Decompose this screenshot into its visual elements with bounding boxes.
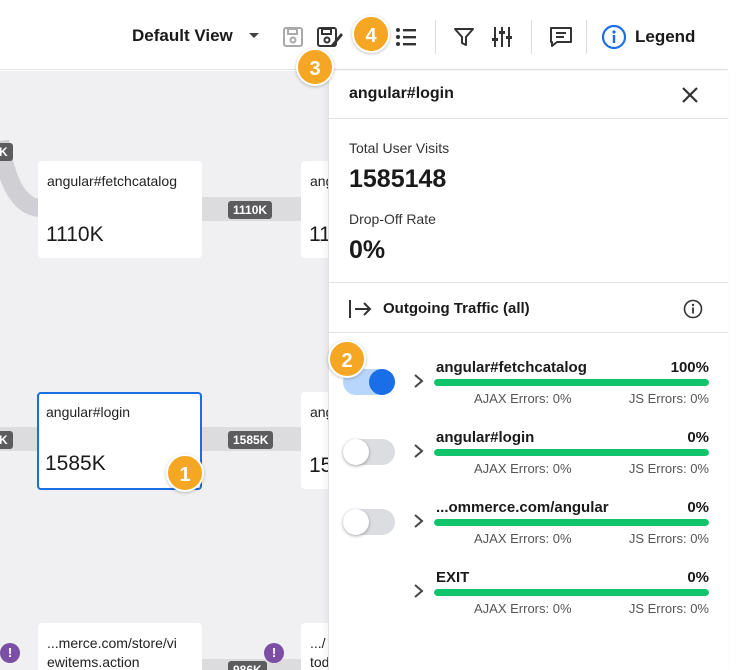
node-name: .../ tod <box>310 635 330 670</box>
legend-label: Legend <box>635 27 696 46</box>
ajax-errors: AJAX Errors: 0% <box>474 391 572 406</box>
node-name: angular#login <box>46 404 131 420</box>
view-select[interactable]: Default View <box>132 26 233 46</box>
traffic-bar <box>434 519 709 526</box>
step-badge: 4 <box>352 15 390 53</box>
traffic-row[interactable]: EXIT 0% AJAX Errors: 0% JS Errors: 0% <box>329 563 729 633</box>
step-badge: 1 <box>166 454 204 492</box>
total-visits-value: 1585148 <box>349 165 447 193</box>
js-errors: JS Errors: 0% <box>628 461 709 476</box>
traffic-bar <box>434 449 709 456</box>
traffic-bar-fill <box>434 449 709 456</box>
info-icon <box>601 24 627 50</box>
traffic-percent: 0% <box>687 499 709 516</box>
save-as-icon[interactable] <box>316 25 344 49</box>
edge-label: 1585K <box>228 431 274 449</box>
dropoff-value: 0% <box>349 236 386 264</box>
traffic-bar-fill <box>434 589 709 596</box>
traffic-destination: angular#fetchcatalog <box>436 359 587 376</box>
flow-node[interactable]: ...merce.com/store/vi ewitems.action <box>38 623 202 670</box>
traffic-row[interactable]: ...ommerce.com/angular 0% AJAX Errors: 0% J… <box>329 493 729 563</box>
info-icon[interactable] <box>683 299 703 319</box>
traffic-toggle[interactable] <box>343 439 395 465</box>
sliders-icon[interactable] <box>490 25 514 49</box>
flow-node[interactable]: angular#fetchcatalog 1110K <box>38 161 202 258</box>
list-icon[interactable] <box>395 27 417 47</box>
toggle-knob <box>343 509 369 535</box>
total-visits-label: Total User Visits <box>349 140 450 156</box>
toggle-knob <box>369 369 395 395</box>
toolbar-divider <box>586 20 587 54</box>
node-name: ang <box>310 173 330 189</box>
chevron-right-icon[interactable] <box>413 513 425 529</box>
chevron-down-icon[interactable] <box>249 33 259 38</box>
flow-canvas[interactable]: K 1110K angular#fetchcatalog 1110K ang 1… <box>0 71 330 670</box>
flow-node[interactable]: .../ tod <box>301 623 330 670</box>
traffic-bar <box>434 589 709 596</box>
node-name: angular#fetchcatalog <box>47 173 177 189</box>
traffic-percent: 100% <box>670 359 709 376</box>
save-icon[interactable] <box>282 26 304 48</box>
chevron-right-icon[interactable] <box>413 583 425 599</box>
traffic-destination: angular#login <box>436 429 535 446</box>
outgoing-traffic-header: Outgoing Traffic (all) <box>329 283 728 333</box>
chevron-right-icon[interactable] <box>413 373 425 389</box>
traffic-destination: ...ommerce.com/angular <box>436 499 609 516</box>
node-name: ...merce.com/store/vi ewitems.action <box>47 635 177 670</box>
ajax-errors: AJAX Errors: 0% <box>474 461 572 476</box>
outgoing-traffic-title: Outgoing Traffic (all) <box>383 300 530 317</box>
warning-icon[interactable]: ! <box>0 643 20 663</box>
node-stats: Total User Visits 1585148 Drop-Off Rate … <box>329 119 728 283</box>
node-count: 11 <box>309 223 330 246</box>
traffic-bar-fill <box>434 379 709 386</box>
flow-node[interactable]: ang 15 <box>301 392 330 489</box>
node-count: 15 <box>309 454 330 477</box>
traffic-toggle[interactable] <box>343 509 395 535</box>
toggle-knob <box>343 439 369 465</box>
node-count: 1110K <box>46 223 104 246</box>
traffic-bar-fill <box>434 519 709 526</box>
node-detail-panel: angular#login Total User Visits 1585148 … <box>328 71 728 670</box>
outgoing-arrow-icon <box>349 300 372 318</box>
ajax-errors: AJAX Errors: 0% <box>474 531 572 546</box>
traffic-row[interactable]: angular#fetchcatalog 100% AJAX Errors: 0% J… <box>329 353 729 423</box>
step-badge: 3 <box>296 48 334 86</box>
js-errors: JS Errors: 0% <box>628 531 709 546</box>
dropoff-label: Drop-Off Rate <box>349 211 436 227</box>
edge-label: K <box>0 431 13 449</box>
warning-icon[interactable]: ! <box>264 643 284 663</box>
filter-icon[interactable] <box>453 26 475 48</box>
toolbar-divider <box>435 20 436 54</box>
edge-label: K <box>0 143 13 161</box>
close-icon[interactable] <box>680 85 700 105</box>
ajax-errors: AJAX Errors: 0% <box>474 601 572 616</box>
traffic-destination: EXIT <box>436 569 470 586</box>
toolbar-divider <box>531 20 532 54</box>
edge-label: 986K <box>228 661 267 670</box>
step-badge: 2 <box>328 340 366 378</box>
node-count: 1585K <box>45 452 106 475</box>
traffic-bar <box>434 379 709 386</box>
chevron-right-icon[interactable] <box>413 443 425 459</box>
panel-title: angular#login <box>349 85 454 102</box>
node-name: ang <box>310 404 330 420</box>
traffic-percent: 0% <box>687 569 709 586</box>
comment-icon[interactable] <box>548 25 574 49</box>
traffic-row[interactable]: angular#login 0% AJAX Errors: 0% JS Errors:… <box>329 423 729 493</box>
edge-label: 1110K <box>228 201 273 219</box>
flow-node[interactable]: ang 11 <box>301 161 330 258</box>
js-errors: JS Errors: 0% <box>628 391 709 406</box>
traffic-percent: 0% <box>687 429 709 446</box>
legend-button[interactable]: Legend <box>601 24 695 50</box>
panel-header: angular#login <box>329 71 728 119</box>
js-errors: JS Errors: 0% <box>628 601 709 616</box>
